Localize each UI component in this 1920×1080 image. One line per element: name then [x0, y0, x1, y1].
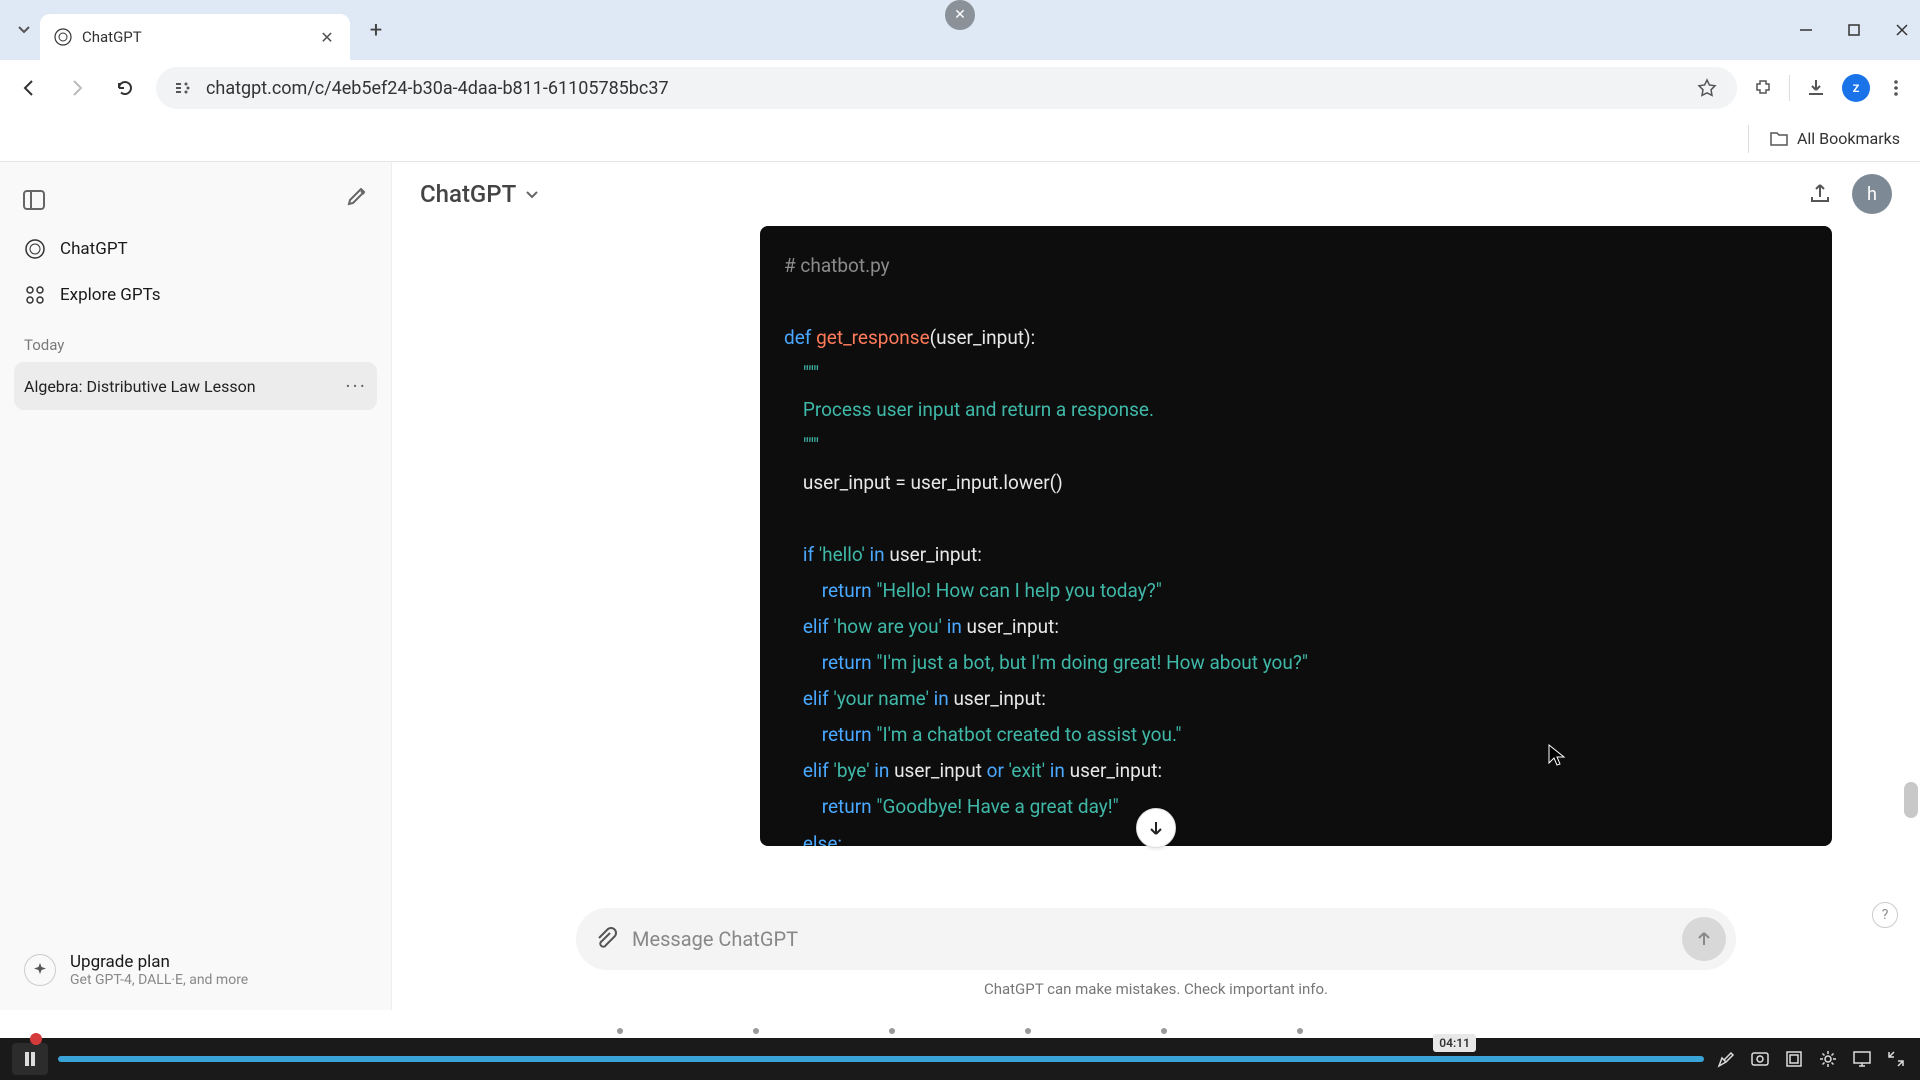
draw-tool-icon[interactable]: [1714, 1047, 1738, 1071]
sidebar-item-label: Explore GPTs: [60, 285, 161, 305]
site-settings-icon[interactable]: [174, 79, 192, 97]
code-line: return "I'm just a bot, but I'm doing gr…: [784, 645, 1808, 681]
code-line: else:: [784, 826, 1808, 847]
code-line: if 'hello' in user_input:: [784, 537, 1808, 573]
tab-search-dropdown[interactable]: [8, 14, 40, 46]
highlight-icon[interactable]: [1782, 1047, 1806, 1071]
message-input[interactable]: [632, 927, 1668, 951]
tab-close-button[interactable]: ✕: [318, 28, 336, 46]
all-bookmarks-label: All Bookmarks: [1797, 129, 1900, 148]
sidebar-item-explore[interactable]: Explore GPTs: [14, 272, 377, 318]
upgrade-subtitle: Get GPT-4, DALL·E, and more: [70, 972, 248, 988]
model-picker[interactable]: ChatGPT: [420, 180, 540, 208]
chatgpt-app: ChatGPT Explore GPTs Today Algebra: Dist…: [0, 162, 1920, 1010]
taskbar-shadow: [0, 1010, 1920, 1038]
new-chat-button[interactable]: [337, 180, 377, 220]
code-line: Process user input and return a response…: [784, 392, 1808, 428]
code-line: elif 'your name' in user_input:: [784, 681, 1808, 717]
sidebar-chat-item[interactable]: Algebra: Distributive Law Lesson ···: [14, 362, 377, 410]
user-avatar[interactable]: h: [1852, 174, 1892, 214]
downloads-icon[interactable]: [1804, 76, 1828, 100]
browser-menu-icon[interactable]: [1884, 76, 1908, 100]
code-block[interactable]: # chatbot.py def get_response(user_input…: [760, 226, 1832, 846]
upgrade-plan-button[interactable]: Upgrade plan Get GPT-4, DALL·E, and more: [14, 942, 377, 998]
bookmarks-bar: All Bookmarks: [0, 116, 1920, 162]
extensions-icon[interactable]: [1751, 76, 1775, 100]
sidebar: ChatGPT Explore GPTs Today Algebra: Dist…: [0, 162, 392, 1010]
tab-title: ChatGPT: [82, 28, 308, 46]
page-scrollbar[interactable]: [1902, 162, 1920, 1010]
sidebar-item-chatgpt[interactable]: ChatGPT: [14, 226, 377, 272]
recording-bar: 04:11: [0, 1038, 1920, 1080]
code-line: elif 'how are you' in user_input:: [784, 609, 1808, 645]
reload-button[interactable]: [108, 71, 142, 105]
main-content: ChatGPT h # chatbot.py def get_response(…: [392, 162, 1920, 1010]
minimize-bar-icon[interactable]: [1884, 1047, 1908, 1071]
window-maximize-button[interactable]: [1844, 20, 1864, 40]
monitor-icon[interactable]: [1850, 1047, 1874, 1071]
attach-file-button[interactable]: [594, 927, 618, 951]
sidebar-section-today: Today: [14, 318, 377, 362]
sparkle-icon: [24, 954, 56, 986]
back-button[interactable]: [12, 71, 46, 105]
chatgpt-favicon-icon: [54, 28, 72, 46]
help-button[interactable]: ?: [1872, 902, 1898, 928]
scrollbar-thumb[interactable]: [1904, 782, 1918, 818]
window-close-button[interactable]: [1892, 20, 1912, 40]
settings-icon[interactable]: [1816, 1047, 1840, 1071]
code-line: def get_response(user_input):: [784, 320, 1808, 356]
url-text: chatgpt.com/c/4eb5ef24-b30a-4daa-b811-61…: [206, 78, 1681, 99]
code-line: [784, 284, 1808, 320]
model-label: ChatGPT: [420, 180, 516, 208]
disclaimer-text: ChatGPT can make mistakes. Check importa…: [984, 980, 1328, 998]
composer-area: ChatGPT can make mistakes. Check importa…: [392, 900, 1920, 1010]
code-line: elif 'bye' in user_input or 'exit' in us…: [784, 753, 1808, 789]
browser-tab-strip: ChatGPT ✕ + ✕: [0, 0, 1920, 60]
code-line: # chatbot.py: [784, 248, 1808, 284]
main-header: ChatGPT h: [392, 162, 1920, 226]
composer: [576, 908, 1736, 970]
time-badge: 04:11: [1433, 1034, 1476, 1052]
code-line: """: [784, 356, 1808, 392]
chat-title: Algebra: Distributive Law Lesson: [24, 377, 256, 396]
code-line: return "Hello! How can I help you today?…: [784, 573, 1808, 609]
chat-messages: # chatbot.py def get_response(user_input…: [392, 226, 1920, 900]
record-indicator-icon: [30, 1033, 42, 1045]
upgrade-title: Upgrade plan: [70, 952, 248, 972]
chevron-down-icon: [524, 186, 540, 202]
folder-icon: [1769, 130, 1789, 148]
sidebar-item-label: ChatGPT: [60, 239, 128, 259]
grid-icon: [24, 284, 46, 306]
code-line: [784, 501, 1808, 537]
code-line: return "Goodbye! Have a great day!": [784, 789, 1808, 825]
code-line: user_input = user_input.lower(): [784, 465, 1808, 501]
screenshot-icon[interactable]: [1748, 1047, 1772, 1071]
progress-bar[interactable]: 04:11: [58, 1056, 1704, 1062]
send-button[interactable]: [1682, 917, 1726, 961]
browser-tab[interactable]: ChatGPT ✕: [40, 14, 350, 60]
url-field[interactable]: chatgpt.com/c/4eb5ef24-b30a-4daa-b811-61…: [156, 67, 1737, 109]
forward-button[interactable]: [60, 71, 94, 105]
chat-item-more-button[interactable]: ···: [345, 374, 367, 398]
code-line: return "I'm a chatbot created to assist …: [784, 717, 1808, 753]
share-button[interactable]: [1808, 182, 1832, 206]
collapse-sidebar-button[interactable]: [14, 180, 54, 220]
bookmark-star-icon[interactable]: [1695, 76, 1719, 100]
new-tab-button[interactable]: +: [360, 14, 392, 46]
profile-avatar[interactable]: z: [1842, 74, 1870, 102]
chatgpt-logo-icon: [24, 238, 46, 260]
pause-button[interactable]: [12, 1043, 48, 1075]
scroll-to-bottom-button[interactable]: [1136, 808, 1176, 848]
top-center-close-bubble[interactable]: ✕: [945, 0, 975, 30]
address-bar: chatgpt.com/c/4eb5ef24-b30a-4daa-b811-61…: [0, 60, 1920, 116]
window-minimize-button[interactable]: [1796, 20, 1816, 40]
all-bookmarks-button[interactable]: All Bookmarks: [1748, 125, 1900, 153]
code-line: """: [784, 428, 1808, 464]
